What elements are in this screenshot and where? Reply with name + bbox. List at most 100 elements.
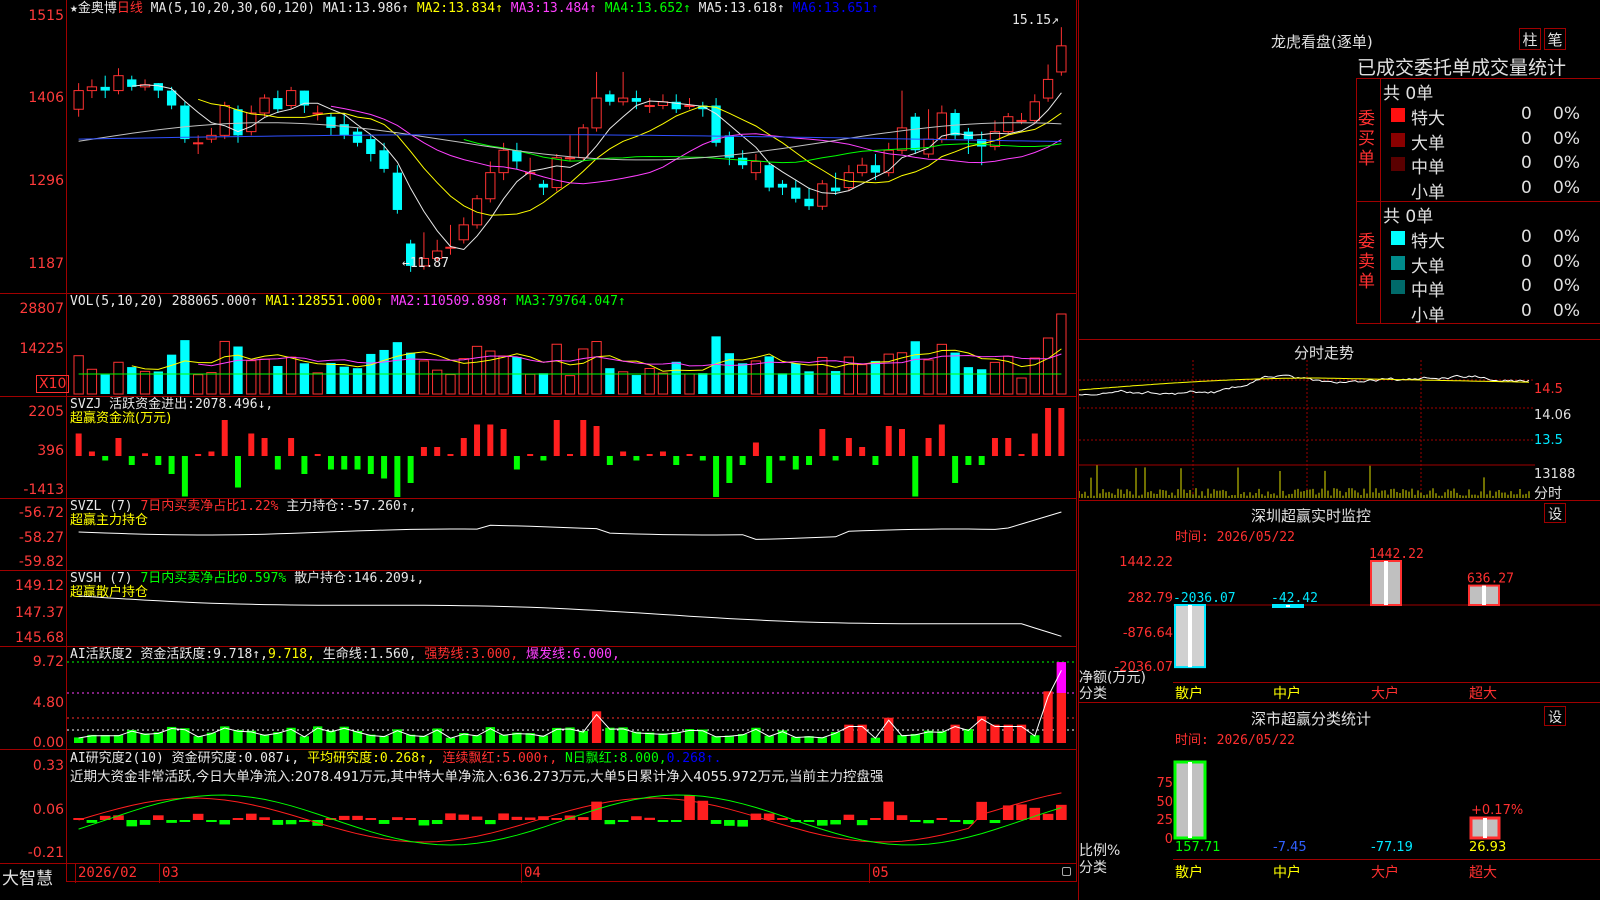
szcls-bar-highlight	[1188, 762, 1192, 838]
svzj-bar	[314, 454, 321, 456]
ai-research-bar	[763, 813, 775, 820]
candle-body	[711, 105, 721, 143]
szmon-value-label: 1442.22	[1369, 547, 1424, 562]
ai-research-bar	[657, 820, 669, 822]
svzj-bar	[899, 429, 905, 456]
buy-count: 0	[1521, 153, 1532, 173]
svsh-chart[interactable]	[67, 584, 1076, 646]
candle-body	[764, 165, 774, 188]
svzj-bar	[845, 438, 852, 456]
ai-research-bar	[976, 801, 987, 820]
szcls-settings-button[interactable]: 设	[1544, 706, 1566, 726]
volume-bar	[379, 349, 389, 394]
ai-research-bar	[577, 817, 589, 820]
szmon-title: 深圳超赢实时监控	[1251, 507, 1372, 525]
svzj-bar	[832, 456, 839, 461]
svzj-bar	[102, 456, 109, 461]
sell-swatch	[1391, 305, 1405, 319]
ai-research-bar	[670, 820, 682, 822]
ai-activity-bar	[990, 724, 1000, 743]
intraday-chart[interactable]	[1079, 360, 1535, 500]
svzl-chart[interactable]	[67, 510, 1076, 570]
svzj-bar	[766, 456, 773, 483]
tick-view-button[interactable]: 笔	[1544, 28, 1566, 50]
svzj-bar	[952, 456, 959, 483]
period-label[interactable]: 日线	[117, 1, 143, 16]
szcls-axis-tick: 50	[1156, 795, 1173, 810]
vol-ma3: MA3:	[516, 294, 548, 309]
szmon-settings-button[interactable]: 设	[1544, 503, 1566, 523]
ai-activity-chart[interactable]	[67, 660, 1076, 748]
volume-bar	[127, 367, 137, 394]
szmon-chart[interactable]: -2036.07 -42.42 1442.22 636.27	[1173, 545, 1600, 680]
svsh-axis-tick: 145.68	[15, 630, 64, 646]
date-axis[interactable]: 大智慧 2026/02 03 04 05	[0, 863, 1077, 889]
ai-research-bar	[631, 816, 642, 820]
candle-body	[605, 94, 615, 102]
szmon-cat: 散户	[1175, 686, 1203, 702]
ai-research-axis-tick: 0.33	[32, 758, 64, 774]
candle-body	[564, 157, 576, 160]
svzj-bar	[1018, 454, 1025, 456]
svzj-bar	[1005, 438, 1012, 456]
svzj-bar	[978, 456, 985, 465]
szcls-chart[interactable]	[1173, 760, 1600, 842]
ai-research-bar	[285, 820, 297, 825]
volume-bar	[538, 373, 549, 394]
svzj-bar	[527, 454, 534, 456]
brand-logo[interactable]: 大智慧	[2, 864, 53, 889]
high-price-marker: 15.15↗	[1012, 13, 1059, 28]
volume-bar	[737, 363, 748, 394]
ai-research-bar	[896, 815, 908, 820]
low-price-value: 11.87	[409, 256, 449, 271]
szcls-time: 时间: 2026/05/22	[1175, 733, 1295, 748]
buy-row: 大单 0 0%	[1381, 128, 1600, 154]
ai-research-bar	[710, 820, 722, 824]
sell-swatch	[1391, 231, 1405, 245]
vol-ma1-value: 128551.000↑	[296, 294, 384, 309]
svzj-bar	[274, 456, 281, 470]
candlestick-chart[interactable]	[67, 16, 1076, 292]
lock-icon[interactable]	[1062, 867, 1071, 876]
buy-count: 0	[1521, 128, 1532, 149]
bar-view-button[interactable]: 柱	[1519, 28, 1541, 50]
ai-research-bar	[245, 813, 257, 820]
volume-bar	[870, 360, 881, 394]
svzj-chart[interactable]	[67, 408, 1076, 497]
szmon-bar-highlight	[1482, 585, 1486, 605]
ai-activity-bar	[485, 727, 495, 743]
ai-activity-bar	[1003, 724, 1013, 743]
candle-body	[180, 105, 190, 140]
candle-body	[750, 160, 762, 174]
vol-legend: VOL(5,10,20) 288065.000↑ MA1:128551.000↑…	[70, 294, 626, 309]
volume-bar	[644, 367, 655, 395]
ai-activity-bar	[963, 729, 974, 743]
volume-bar	[671, 361, 681, 394]
svzj-bar	[633, 456, 640, 461]
ma6-label: MA6:	[792, 1, 824, 16]
szmon-time: 时间: 2026/05/22	[1175, 530, 1295, 545]
buy-row: 小单 0 0%	[1381, 177, 1600, 203]
volume-bar	[180, 340, 190, 394]
ma-legend: ★金奥博日线 MA(5,10,20,30,60,120) MA1:13.986↑…	[70, 1, 879, 16]
price-axis-tick: 1296	[28, 173, 64, 189]
volume-chart[interactable]	[67, 308, 1076, 395]
szcls-cat: 中户	[1273, 865, 1301, 881]
ai-research-bar	[365, 818, 377, 820]
szcls-axis-tick: 75	[1156, 776, 1173, 791]
ai-activity-bar	[857, 724, 867, 743]
stock-name[interactable]: ★金奥博	[70, 1, 117, 16]
ai-activity-bar	[73, 737, 84, 743]
ai-research-chart[interactable]	[67, 764, 1076, 864]
szcls-cat: 大户	[1371, 865, 1399, 881]
sell-swatch	[1391, 255, 1405, 270]
ai-research-bar	[949, 820, 961, 822]
candle-body	[379, 150, 389, 169]
ai-research-bar	[179, 820, 191, 822]
candle-body	[910, 116, 920, 151]
candle-body	[259, 97, 270, 114]
svzj-bar	[726, 456, 733, 483]
szmon-axis-tick: -876.64	[1122, 626, 1173, 641]
candle-body	[777, 183, 788, 188]
buy-count: 0	[1521, 104, 1532, 124]
